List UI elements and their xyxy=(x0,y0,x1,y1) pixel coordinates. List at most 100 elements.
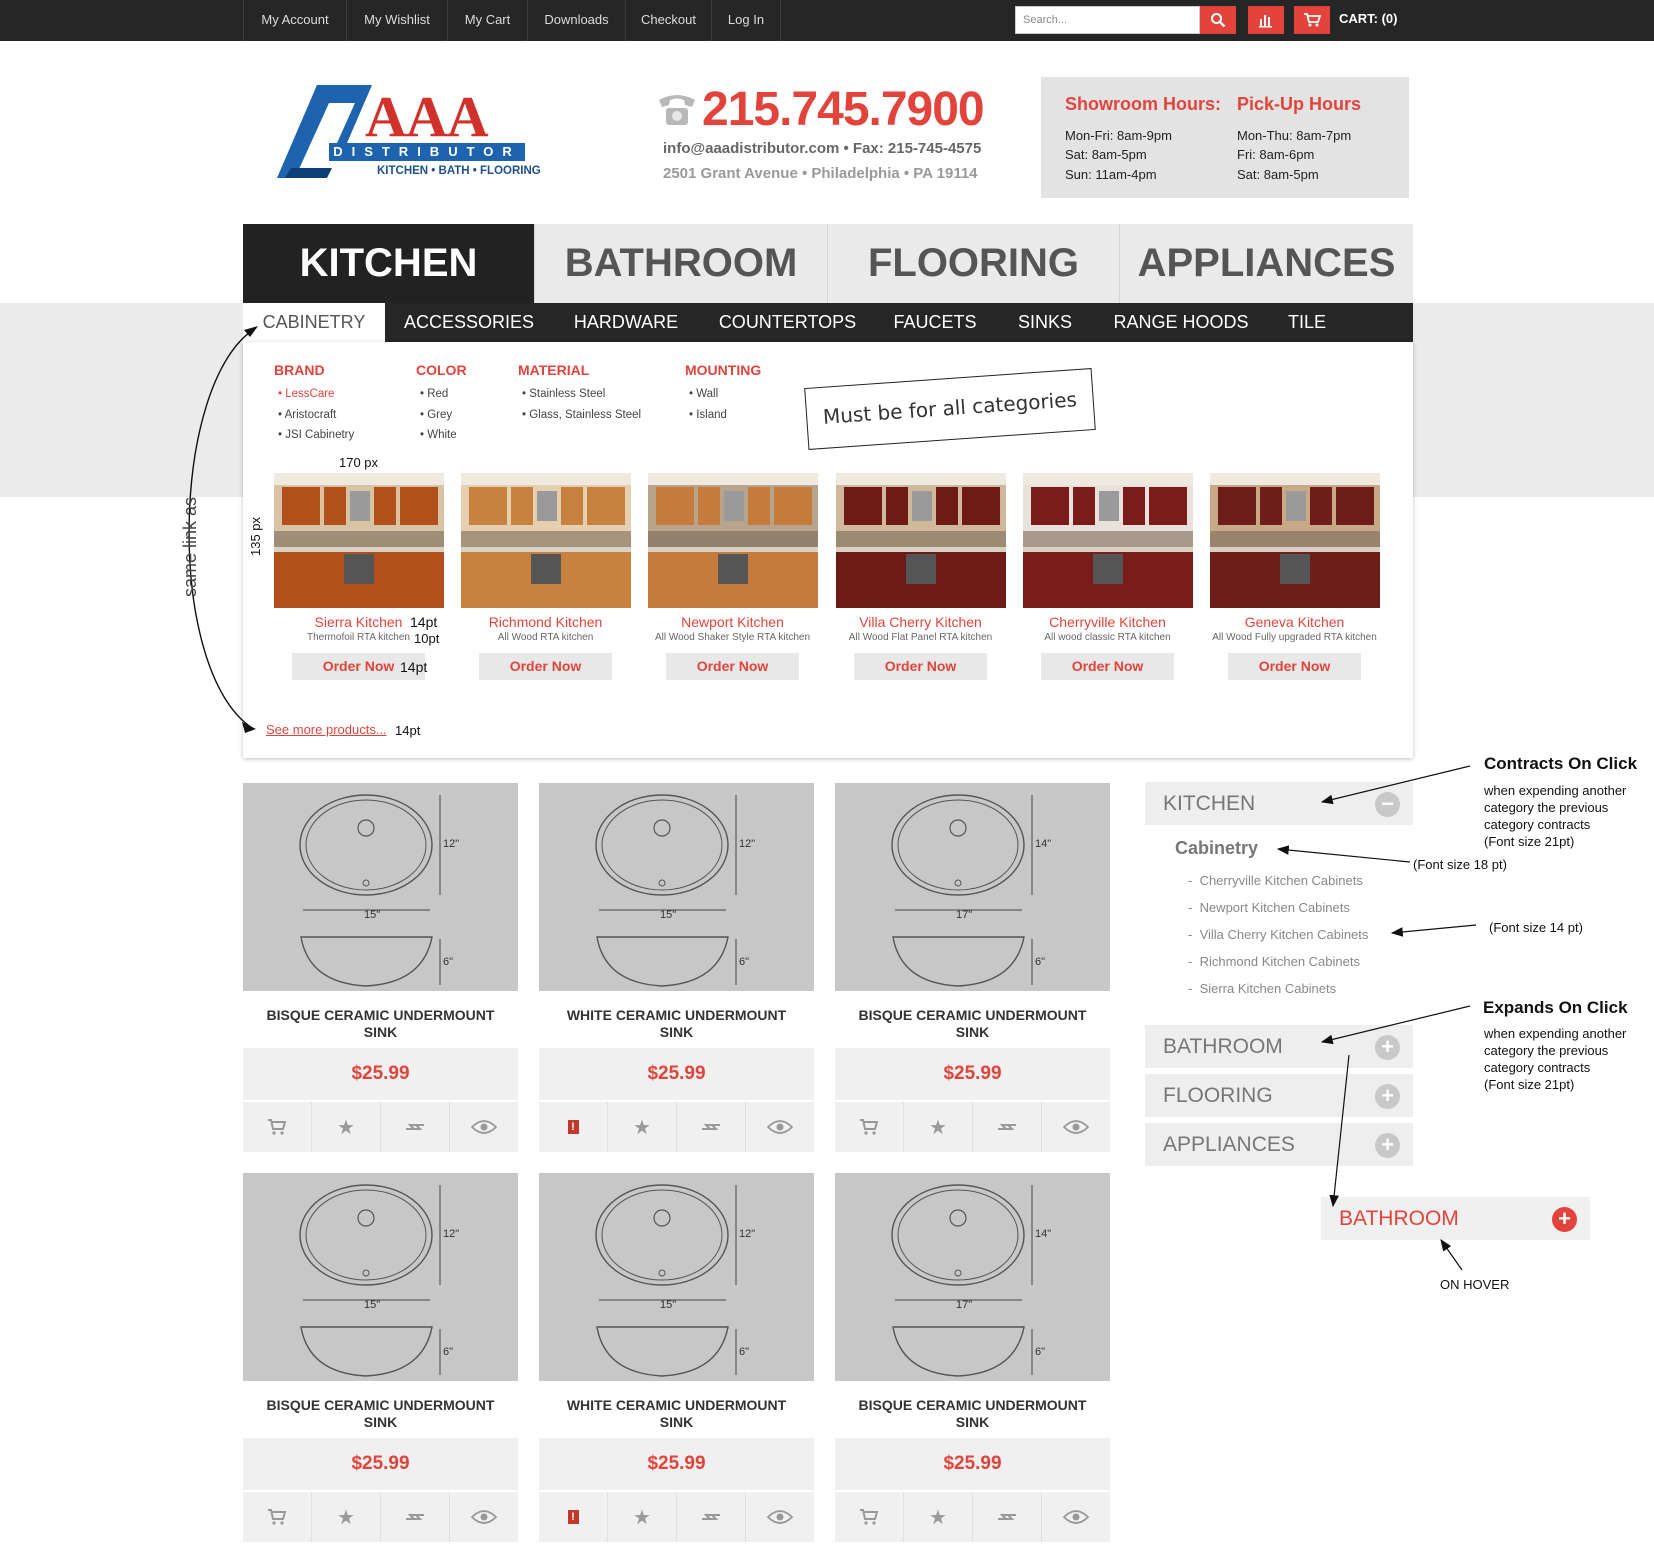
out-of-stock-icon[interactable]: ! xyxy=(539,1492,608,1542)
featured-product-name[interactable]: Richmond Kitchen xyxy=(452,614,639,630)
compare-arrows-icon[interactable] xyxy=(973,1492,1042,1542)
compare-button[interactable] xyxy=(1248,6,1284,34)
product-title[interactable]: WHITE CERAMIC UNDERMOUNT SINK xyxy=(539,1007,814,1041)
quick-view-eye-icon[interactable] xyxy=(1042,1102,1110,1152)
sidebar-link[interactable]: - Sierra Kitchen Cabinets xyxy=(1188,981,1336,996)
featured-product-image[interactable] xyxy=(274,473,444,608)
cart-button[interactable] xyxy=(1294,6,1330,34)
order-now-button[interactable]: Order Now xyxy=(1041,653,1174,680)
product-title[interactable]: WHITE CERAMIC UNDERMOUNT SINK xyxy=(539,1397,814,1431)
filter-brand-option[interactable]: • LessCare xyxy=(278,388,334,400)
sidebar-cat-flooring[interactable]: FLOORING + xyxy=(1145,1074,1413,1117)
product-title[interactable]: BISQUE CERAMIC UNDERMOUNT SINK xyxy=(835,1007,1110,1041)
add-to-cart-icon[interactable] xyxy=(835,1102,904,1152)
product-title[interactable]: BISQUE CERAMIC UNDERMOUNT SINK xyxy=(243,1397,518,1431)
product-image[interactable] xyxy=(243,783,518,991)
subnav-accessories[interactable]: ACCESSORIES xyxy=(399,303,539,342)
filter-mounting-option[interactable]: • Island xyxy=(689,409,727,421)
minus-icon[interactable]: − xyxy=(1375,792,1400,817)
wishlist-star-icon[interactable]: ★ xyxy=(608,1102,677,1152)
featured-product-image[interactable] xyxy=(461,473,631,608)
sidebar-link[interactable]: - Cherryville Kitchen Cabinets xyxy=(1188,873,1363,888)
quick-view-eye-icon[interactable] xyxy=(746,1102,814,1152)
sidebar-cat-kitchen[interactable]: KITCHEN − xyxy=(1145,782,1413,825)
subnav-countertops[interactable]: COUNTERTOPS xyxy=(710,303,865,342)
quick-view-eye-icon[interactable] xyxy=(1042,1492,1110,1542)
login-link[interactable]: Log In xyxy=(711,0,781,41)
sidebar-cat-bathroom[interactable]: BATHROOM + xyxy=(1145,1025,1413,1068)
product-title[interactable]: BISQUE CERAMIC UNDERMOUNT SINK xyxy=(243,1007,518,1041)
sidebar-link[interactable]: - Villa Cherry Kitchen Cabinets xyxy=(1188,927,1368,942)
tab-flooring[interactable]: FLOORING xyxy=(828,224,1120,303)
tab-appliances[interactable]: APPLIANCES xyxy=(1120,224,1413,303)
filter-color-option[interactable]: • Red xyxy=(420,388,448,400)
downloads-link[interactable]: Downloads xyxy=(527,0,625,41)
my-wishlist-link[interactable]: My Wishlist xyxy=(346,0,447,41)
plus-icon[interactable]: + xyxy=(1375,1084,1400,1109)
featured-product-image[interactable] xyxy=(1210,473,1380,608)
subnav-cabinetry[interactable]: CABINETRY xyxy=(243,303,385,342)
sidebar-cat-bathroom-hover[interactable]: BATHROOM + xyxy=(1321,1197,1590,1240)
wishlist-star-icon[interactable]: ★ xyxy=(904,1492,973,1542)
quick-view-eye-icon[interactable] xyxy=(746,1492,814,1542)
product-image[interactable] xyxy=(539,783,814,991)
order-now-button[interactable]: Order Now xyxy=(854,653,987,680)
see-more-link[interactable]: See more products... xyxy=(266,722,387,737)
search-button[interactable] xyxy=(1200,6,1236,34)
compare-arrows-icon[interactable] xyxy=(677,1102,746,1152)
featured-product-name[interactable]: Geneva Kitchen xyxy=(1201,614,1388,630)
checkout-link[interactable]: Checkout xyxy=(625,0,711,41)
wishlist-star-icon[interactable]: ★ xyxy=(608,1492,677,1542)
phone-number[interactable]: 215.745.7900 xyxy=(702,82,985,137)
featured-product-image[interactable] xyxy=(836,473,1006,608)
featured-product-name[interactable]: Cherryville Kitchen xyxy=(1014,614,1201,630)
sidebar-cat-appliances[interactable]: APPLIANCES + xyxy=(1145,1123,1413,1166)
tab-kitchen[interactable]: KITCHEN xyxy=(243,224,535,303)
order-now-button[interactable]: Order Now xyxy=(666,653,799,680)
subnav-faucets[interactable]: FAUCETS xyxy=(878,303,992,342)
quick-view-eye-icon[interactable] xyxy=(450,1102,518,1152)
filter-brand-option[interactable]: • Aristocraft xyxy=(278,409,336,421)
wishlist-star-icon[interactable]: ★ xyxy=(312,1492,381,1542)
wishlist-star-icon[interactable]: ★ xyxy=(904,1102,973,1152)
cart-count[interactable]: CART: (0) xyxy=(1339,11,1398,26)
product-title[interactable]: BISQUE CERAMIC UNDERMOUNT SINK xyxy=(835,1397,1110,1431)
wishlist-star-icon[interactable]: ★ xyxy=(312,1102,381,1152)
filter-color-option[interactable]: • White xyxy=(420,429,457,441)
filter-material-option[interactable]: • Glass, Stainless Steel xyxy=(522,409,641,421)
order-now-button[interactable]: Order Now xyxy=(1228,653,1361,680)
out-of-stock-icon[interactable]: ! xyxy=(539,1102,608,1152)
subnav-hardware[interactable]: HARDWARE xyxy=(556,303,696,342)
filter-brand-option[interactable]: • JSI Cabinetry xyxy=(278,429,354,441)
plus-icon[interactable]: + xyxy=(1375,1133,1400,1158)
subnav-tile[interactable]: TILE xyxy=(1270,303,1344,342)
sidebar-subcat-cabinetry[interactable]: Cabinetry xyxy=(1175,838,1258,859)
quick-view-eye-icon[interactable] xyxy=(450,1492,518,1542)
filter-color-option[interactable]: • Grey xyxy=(420,409,452,421)
search-input[interactable]: Search... xyxy=(1015,6,1200,34)
sidebar-link[interactable]: - Newport Kitchen Cabinets xyxy=(1188,900,1350,915)
sidebar-link[interactable]: - Richmond Kitchen Cabinets xyxy=(1188,954,1360,969)
logo[interactable]: AAA DISTRIBUTOR KITCHEN • BATH • FLOORIN… xyxy=(277,83,547,188)
add-to-cart-icon[interactable] xyxy=(835,1492,904,1542)
subnav-range-hoods[interactable]: RANGE HOODS xyxy=(1105,303,1257,342)
filter-mounting-option[interactable]: • Wall xyxy=(689,388,718,400)
my-cart-link[interactable]: My Cart xyxy=(447,0,527,41)
add-to-cart-icon[interactable] xyxy=(243,1102,312,1152)
product-image[interactable] xyxy=(243,1173,518,1381)
tab-bathroom[interactable]: BATHROOM xyxy=(535,224,828,303)
product-image[interactable] xyxy=(835,783,1110,991)
order-now-button[interactable]: Order Now xyxy=(479,653,612,680)
compare-arrows-icon[interactable] xyxy=(677,1492,746,1542)
plus-icon[interactable]: + xyxy=(1375,1035,1400,1060)
filter-material-option[interactable]: • Stainless Steel xyxy=(522,388,605,400)
compare-arrows-icon[interactable] xyxy=(381,1102,450,1152)
add-to-cart-icon[interactable] xyxy=(243,1492,312,1542)
featured-product-name[interactable]: Villa Cherry Kitchen xyxy=(827,614,1014,630)
subnav-sinks[interactable]: SINKS xyxy=(1004,303,1086,342)
featured-product-image[interactable] xyxy=(648,473,818,608)
compare-arrows-icon[interactable] xyxy=(973,1102,1042,1152)
my-account-link[interactable]: My Account xyxy=(243,0,346,41)
product-image[interactable] xyxy=(835,1173,1110,1381)
product-image[interactable] xyxy=(539,1173,814,1381)
